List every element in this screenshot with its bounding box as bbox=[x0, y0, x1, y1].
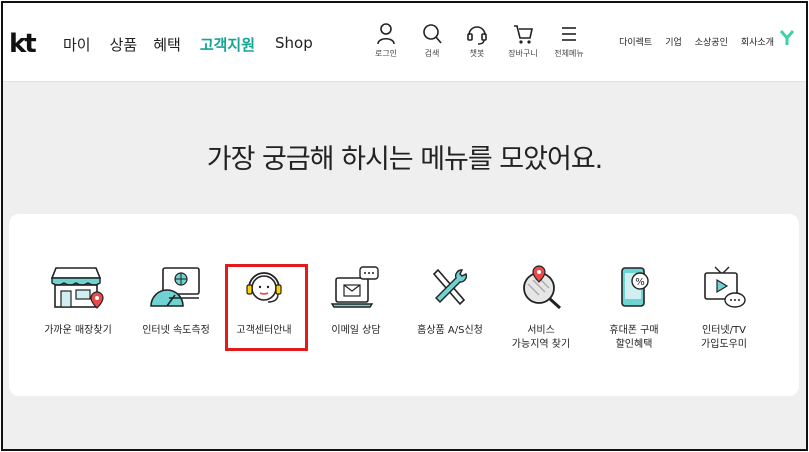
y-brand-icon[interactable] bbox=[780, 30, 794, 46]
nav-shop[interactable]: Shop bbox=[275, 34, 313, 55]
link-direct[interactable]: 다이렉트 bbox=[619, 35, 652, 48]
kt-logo[interactable]: kt bbox=[9, 29, 37, 59]
quick-menu-label: 인터넷/TV 가입도우미 bbox=[701, 325, 747, 350]
login-label: 로그인 bbox=[374, 49, 398, 58]
login-button[interactable]: 로그인 bbox=[366, 23, 406, 59]
quick-menu-home-as[interactable]: 홈상품 A/S신청 bbox=[405, 262, 495, 338]
search-button[interactable]: 검색 bbox=[412, 23, 452, 59]
chatbot-headset-icon bbox=[467, 26, 487, 45]
tv-chat-icon bbox=[704, 266, 746, 308]
tools-icon bbox=[432, 268, 468, 306]
quick-menu-phone-discount[interactable]: % 휴대폰 구매 할인혜택 bbox=[589, 262, 679, 352]
quick-menu-card: 가까운 매장찾기 인터넷 속도측정 고객센터안내 이메일 상담 홈상품 A/S신… bbox=[9, 214, 799, 396]
quick-menu-speed-test[interactable]: 인터넷 속도측정 bbox=[131, 262, 221, 338]
quick-menu-store-finder[interactable]: 가까운 매장찾기 bbox=[33, 262, 123, 338]
main-nav: 마이 상품 혜택 고객지원 Shop bbox=[63, 34, 313, 55]
quick-menu-internet-tv-guide[interactable]: 인터넷/TV 가입도우미 bbox=[679, 262, 769, 352]
cart-icon bbox=[514, 25, 533, 44]
highlight-box bbox=[225, 264, 308, 351]
nav-my[interactable]: 마이 bbox=[63, 34, 91, 55]
nav-customer-support[interactable]: 고객지원 bbox=[200, 34, 255, 55]
phone-discount-icon: % bbox=[621, 267, 649, 307]
all-menu-label: 전체메뉴 bbox=[554, 49, 584, 58]
quick-menu-email-consult[interactable]: 이메일 상담 bbox=[311, 262, 401, 338]
chatbot-label: 챗봇 bbox=[469, 49, 485, 58]
quick-menu-service-area[interactable]: 서비스 가능지역 찾기 bbox=[496, 262, 586, 352]
search-label: 검색 bbox=[424, 49, 440, 58]
quick-menu-label: 인터넷 속도측정 bbox=[142, 325, 210, 336]
store-location-icon bbox=[50, 267, 104, 309]
speed-test-icon bbox=[150, 267, 200, 307]
email-laptop-icon bbox=[330, 266, 379, 308]
search-icon bbox=[423, 24, 442, 44]
global-header: kt 마이 상품 혜택 고객지원 Shop 로그인 검색 챗봇 장바구니 전체메… bbox=[3, 3, 806, 82]
map-search-icon bbox=[523, 265, 562, 310]
svg-text:%: % bbox=[635, 277, 645, 288]
top-links: 다이렉트 기업 소상공인 회사소개 bbox=[619, 35, 774, 48]
nav-benefits[interactable]: 혜택 bbox=[153, 34, 181, 55]
link-small-business[interactable]: 소상공인 bbox=[695, 35, 728, 48]
link-business[interactable]: 기업 bbox=[665, 35, 682, 48]
quick-menu-label: 이메일 상담 bbox=[331, 325, 381, 336]
cart-label: 장바구니 bbox=[508, 49, 538, 58]
all-menu-button[interactable]: 전체메뉴 bbox=[549, 23, 589, 59]
quick-menu-label: 홈상품 A/S신청 bbox=[417, 325, 483, 336]
quick-menu-label: 서비스 가능지역 찾기 bbox=[511, 325, 571, 350]
menu-icon bbox=[562, 27, 576, 41]
nav-products[interactable]: 상품 bbox=[110, 34, 138, 55]
page-heading: 가장 궁금해 하시는 메뉴를 모았어요. bbox=[206, 144, 604, 175]
link-about[interactable]: 회사소개 bbox=[741, 35, 774, 48]
browser-frame: kt 마이 상품 혜택 고객지원 Shop 로그인 검색 챗봇 장바구니 전체메… bbox=[1, 1, 808, 451]
quick-menu-label: 가까운 매장찾기 bbox=[44, 325, 112, 336]
user-icon bbox=[377, 23, 395, 45]
chatbot-button[interactable]: 챗봇 bbox=[457, 23, 497, 59]
quick-menu-label: 휴대폰 구매 할인혜택 bbox=[609, 325, 659, 350]
cart-button[interactable]: 장바구니 bbox=[503, 23, 543, 59]
